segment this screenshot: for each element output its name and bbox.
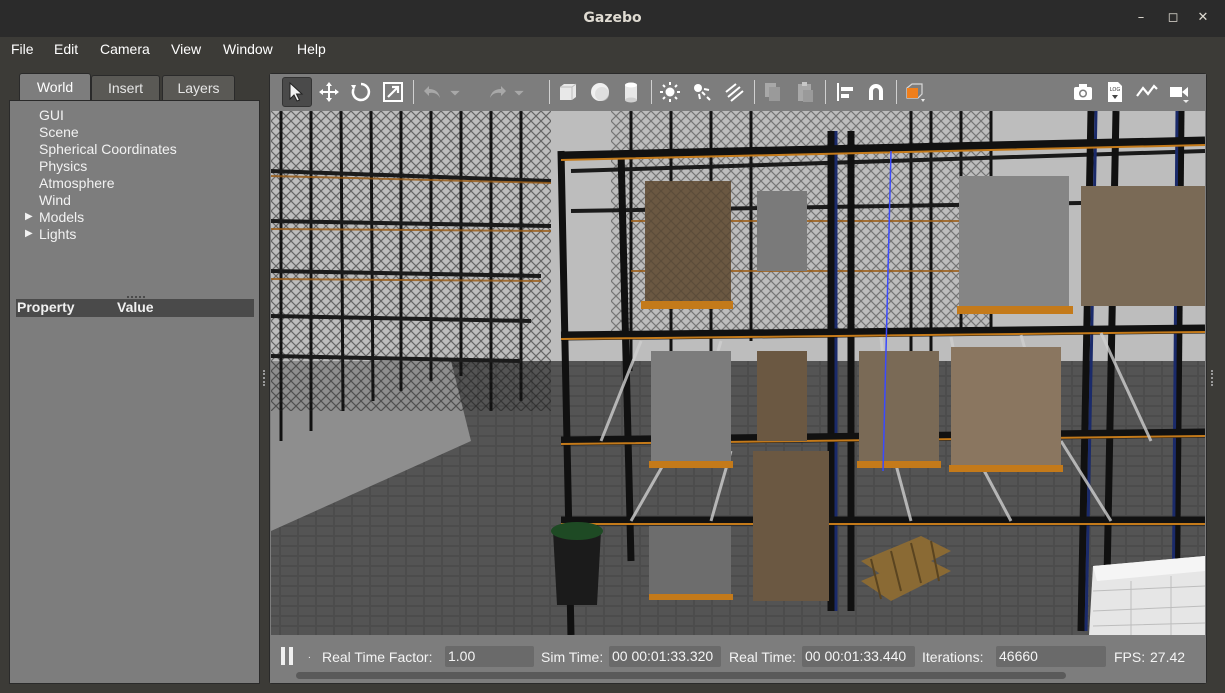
horizontal-scrollbar[interactable] bbox=[296, 672, 1066, 679]
translate-mode-icon[interactable] bbox=[314, 77, 344, 107]
toolbar-separator bbox=[651, 80, 652, 104]
menu-window[interactable]: Window bbox=[223, 41, 273, 57]
tab-world[interactable]: World bbox=[19, 73, 91, 100]
value-column-header: Value bbox=[117, 299, 154, 315]
directional-light-icon[interactable] bbox=[719, 77, 749, 107]
toolbar-separator bbox=[413, 80, 414, 104]
right-splitter-handle[interactable] bbox=[1211, 370, 1213, 386]
iterations-value: 46660 bbox=[996, 646, 1106, 667]
fps-value: 27.42 bbox=[1150, 649, 1186, 665]
snap-icon[interactable] bbox=[861, 77, 891, 107]
title-bar: Gazebo – ◻ ✕ bbox=[0, 0, 1225, 37]
toolbar: LOG bbox=[270, 74, 1206, 110]
select-mode-icon[interactable] bbox=[282, 77, 312, 107]
property-column-header: Property bbox=[17, 299, 75, 315]
left-panel: World Insert Layers GUI Scene Spherical … bbox=[9, 73, 260, 684]
left-splitter-handle[interactable] bbox=[263, 370, 265, 386]
spot-light-icon[interactable] bbox=[687, 77, 717, 107]
scene-panel: LOG . Real Time Factor: 1.00 Sim Time: 0… bbox=[269, 73, 1207, 684]
minimize-icon[interactable]: – bbox=[1131, 8, 1151, 28]
gazebo-window: Gazebo – ◻ ✕ File Edit Camera View Windo… bbox=[0, 0, 1225, 693]
menu-view[interactable]: View bbox=[171, 41, 201, 57]
box-shape-icon[interactable] bbox=[553, 77, 583, 107]
copy-icon[interactable] bbox=[758, 77, 788, 107]
real-time-value: 00 00:01:33.440 bbox=[802, 646, 915, 667]
fps-label: FPS: bbox=[1114, 649, 1146, 665]
tree-item-gui[interactable]: GUI bbox=[39, 107, 64, 123]
svg-text:LOG: LOG bbox=[1110, 87, 1121, 93]
tree-item-lights[interactable]: Lights bbox=[39, 226, 76, 242]
real-time-factor-label: Real Time Factor: bbox=[322, 649, 433, 665]
undo-dropdown-icon[interactable] bbox=[448, 77, 462, 107]
plot-icon[interactable] bbox=[1132, 77, 1162, 107]
menu-camera[interactable]: Camera bbox=[100, 41, 150, 57]
iterations-label: Iterations: bbox=[922, 649, 984, 665]
pause-icon[interactable] bbox=[281, 647, 297, 665]
scale-mode-icon[interactable] bbox=[378, 77, 408, 107]
expand-arrow-icon[interactable]: ▶ bbox=[25, 211, 33, 222]
tree-item-spherical-coordinates[interactable]: Spherical Coordinates bbox=[39, 141, 177, 157]
close-icon[interactable]: ✕ bbox=[1193, 8, 1213, 28]
panel-splitter-handle[interactable] bbox=[127, 296, 145, 298]
tree-item-models[interactable]: Models bbox=[39, 209, 84, 225]
align-icon[interactable] bbox=[830, 77, 860, 107]
step-handle-icon[interactable]: . bbox=[308, 650, 311, 661]
menu-file[interactable]: File bbox=[11, 41, 34, 57]
expand-arrow-icon[interactable]: ▶ bbox=[25, 228, 33, 239]
screenshot-icon[interactable] bbox=[1068, 77, 1098, 107]
real-time-label: Real Time: bbox=[729, 649, 796, 665]
toolbar-separator bbox=[754, 80, 755, 104]
tree-item-scene[interactable]: Scene bbox=[39, 124, 79, 140]
undo-icon[interactable] bbox=[418, 77, 448, 107]
sim-time-value: 00 00:01:33.320 bbox=[609, 646, 721, 667]
menu-edit[interactable]: Edit bbox=[54, 41, 78, 57]
rotate-mode-icon[interactable] bbox=[346, 77, 376, 107]
status-bar: . Real Time Factor: 1.00 Sim Time: 00 00… bbox=[270, 636, 1206, 683]
3d-viewport[interactable] bbox=[271, 111, 1205, 635]
point-light-icon[interactable] bbox=[655, 77, 685, 107]
toolbar-separator bbox=[549, 80, 550, 104]
cylinder-shape-icon[interactable] bbox=[616, 77, 646, 107]
log-icon[interactable]: LOG bbox=[1100, 77, 1130, 107]
tab-insert[interactable]: Insert bbox=[91, 75, 160, 100]
paste-icon[interactable] bbox=[790, 77, 820, 107]
video-record-icon[interactable] bbox=[1164, 77, 1194, 107]
toolbar-separator bbox=[896, 80, 897, 104]
menu-bar: File Edit Camera View Window Help bbox=[0, 37, 1225, 65]
tree-item-atmosphere[interactable]: Atmosphere bbox=[39, 175, 114, 191]
world-tree-panel: GUI Scene Spherical Coordinates Physics … bbox=[9, 100, 260, 684]
redo-icon[interactable] bbox=[482, 77, 512, 107]
property-table-header: Property Value bbox=[16, 299, 254, 317]
warehouse-scene bbox=[271, 111, 1205, 635]
redo-dropdown-icon[interactable] bbox=[512, 77, 526, 107]
real-time-factor-value: 1.00 bbox=[445, 646, 534, 667]
maximize-icon[interactable]: ◻ bbox=[1163, 8, 1183, 28]
sim-time-label: Sim Time: bbox=[541, 649, 604, 665]
tab-layers[interactable]: Layers bbox=[162, 75, 235, 100]
tree-item-wind[interactable]: Wind bbox=[39, 192, 71, 208]
sphere-shape-icon[interactable] bbox=[585, 77, 615, 107]
view-angle-icon[interactable] bbox=[900, 77, 930, 107]
menu-help[interactable]: Help bbox=[297, 41, 326, 57]
window-title: Gazebo bbox=[583, 10, 642, 26]
tree-item-physics[interactable]: Physics bbox=[39, 158, 87, 174]
toolbar-separator bbox=[825, 80, 826, 104]
